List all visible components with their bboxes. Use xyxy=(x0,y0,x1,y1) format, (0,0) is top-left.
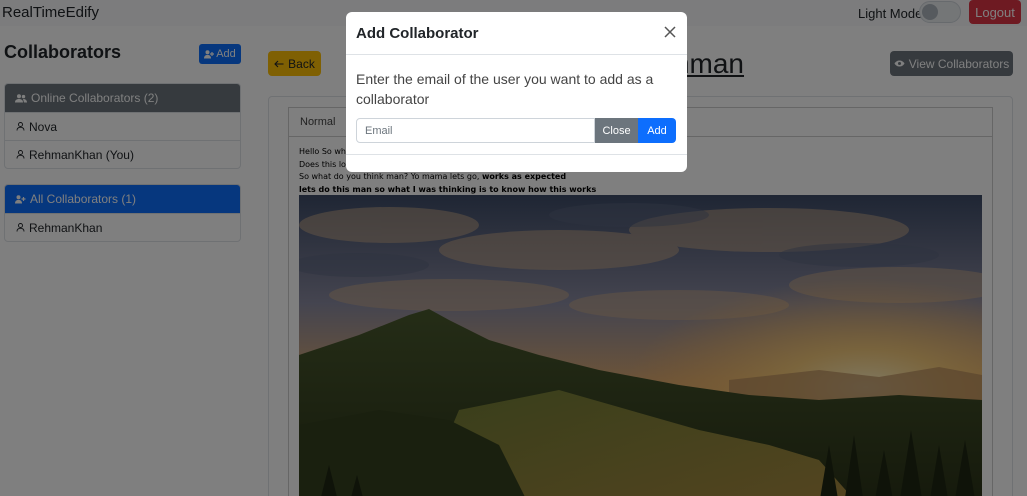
email-input[interactable] xyxy=(356,118,595,143)
add-collaborator-modal: Add Collaborator Enter the email of the … xyxy=(346,12,687,172)
modal-title: Add Collaborator xyxy=(356,25,479,42)
add-button[interactable]: Add xyxy=(638,118,676,143)
close-button[interactable]: Close xyxy=(595,118,638,143)
modal-header: Add Collaborator xyxy=(346,12,687,55)
modal-footer xyxy=(346,154,687,155)
close-icon[interactable] xyxy=(663,25,677,39)
modal-description: Enter the email of the user you want to … xyxy=(356,71,654,107)
